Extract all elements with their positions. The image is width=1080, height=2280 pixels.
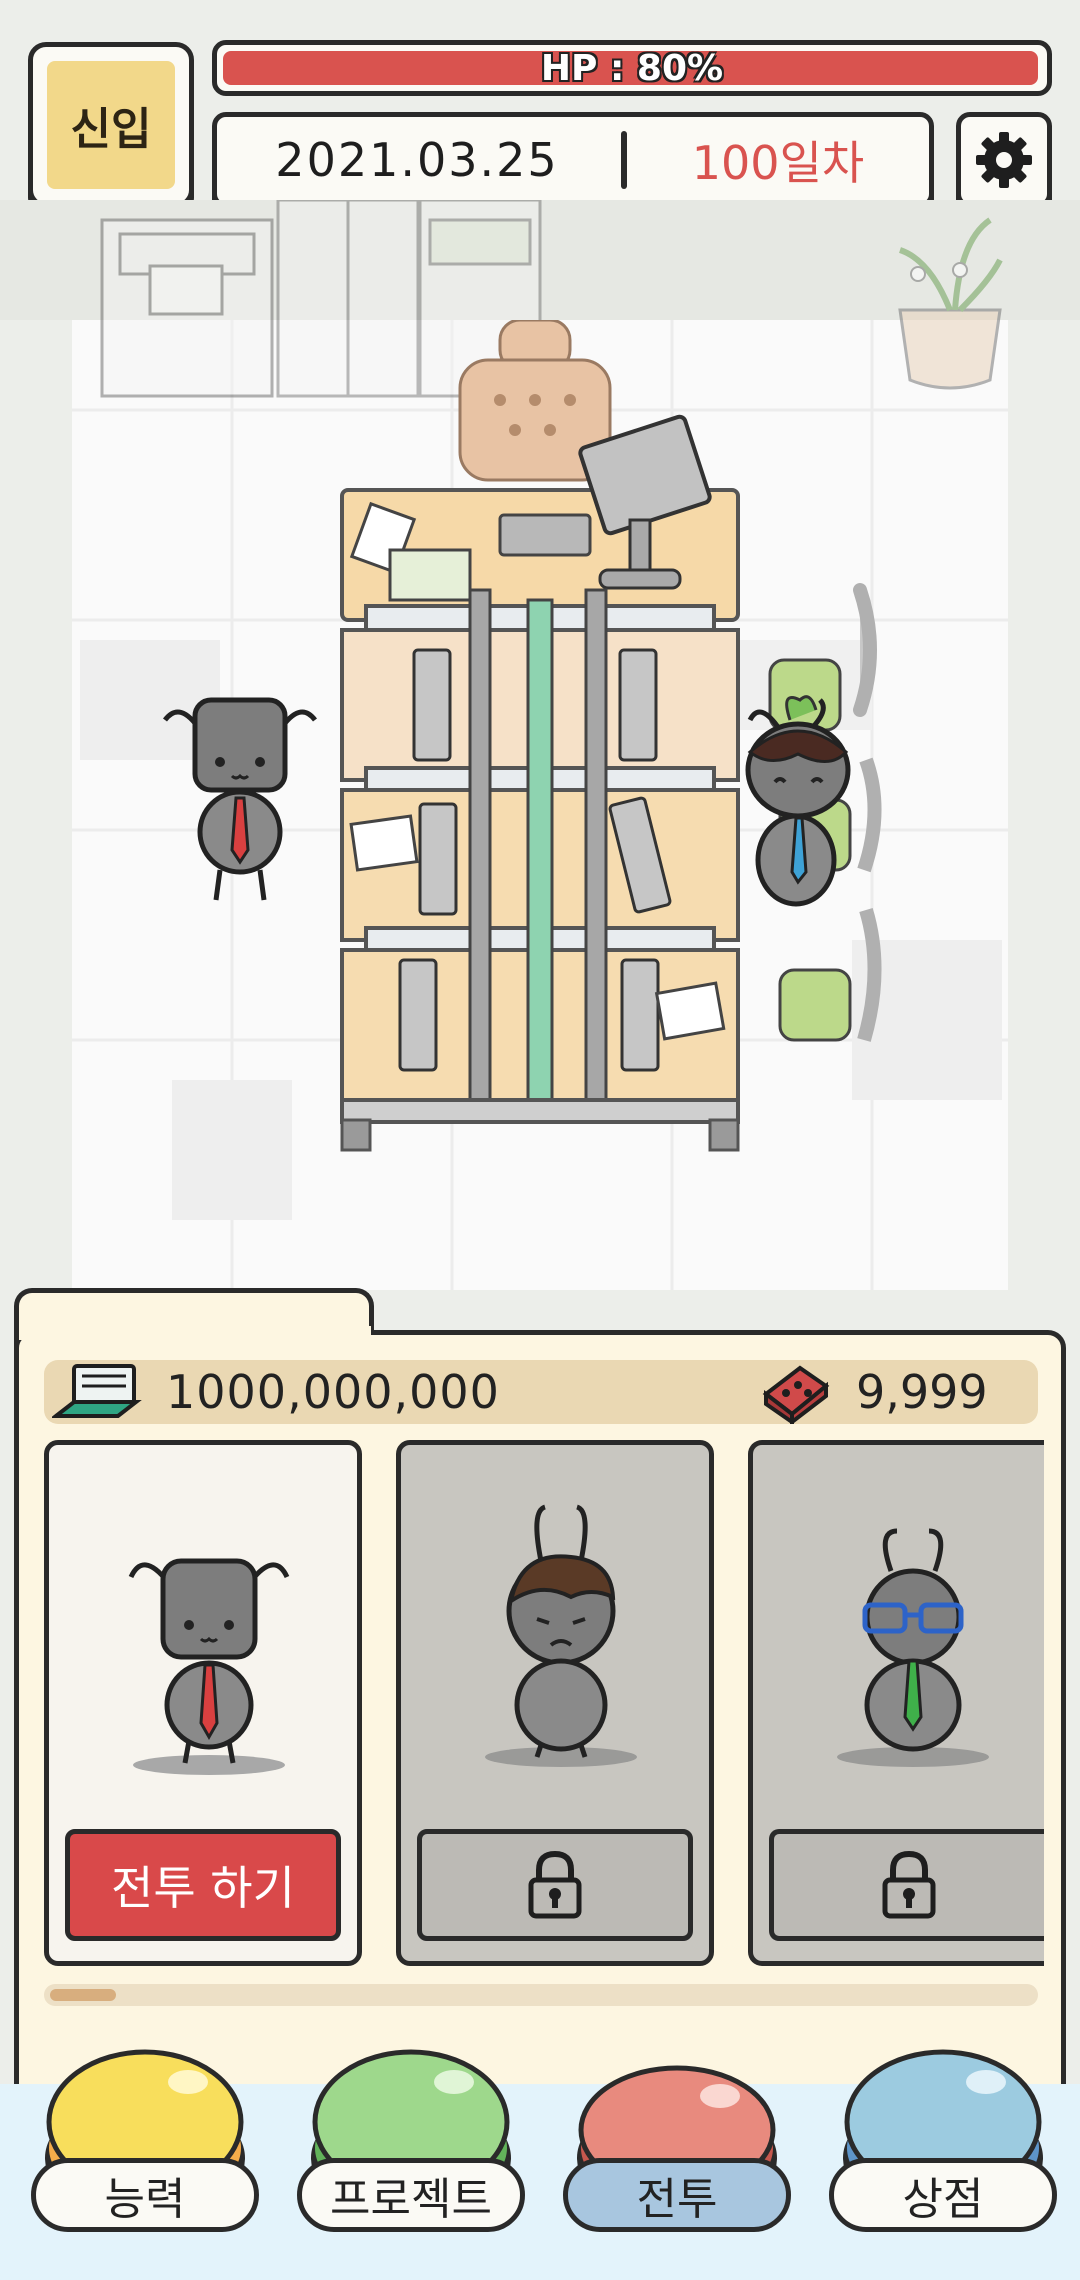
battle-button[interactable]: 전투 하기 [65, 1829, 341, 1941]
gear-icon [976, 132, 1032, 188]
money-amount: 1000,000,000 [166, 1365, 500, 1419]
ant-character-sprout [745, 695, 851, 907]
nav-tab-shop[interactable]: 상점 [829, 2158, 1057, 2232]
card-scrollbar[interactable] [44, 1984, 1038, 2006]
ant-character-brown-hair [485, 1504, 637, 1767]
locked-button[interactable] [769, 1829, 1044, 1941]
nav-tab-project[interactable]: 프로젝트 [297, 2158, 525, 2232]
card-scrollbar-thumb[interactable] [50, 1989, 116, 2001]
nav-tab-ability[interactable]: 능력 [31, 2158, 259, 2232]
hp-bar: HP : 80% [212, 40, 1052, 96]
date-label: 2021.03.25 [275, 133, 559, 187]
rank-label: 신입 [47, 61, 175, 189]
character-card-2[interactable] [396, 1440, 714, 1966]
character-card-3[interactable] [748, 1440, 1044, 1966]
ant-character-glasses [837, 1528, 989, 1767]
locked-button[interactable] [417, 1829, 693, 1941]
lock-icon [528, 1850, 582, 1919]
folder-tab-seam [19, 1326, 371, 1340]
hp-label: HP : 80% [540, 47, 724, 89]
laptop-icon [52, 1364, 142, 1418]
character-card-1[interactable]: 전투 하기 [44, 1440, 362, 1966]
date-panel: 2021.03.25 100일차 [212, 112, 934, 208]
day-counter: 100일차 [691, 136, 865, 190]
settings-button[interactable] [956, 112, 1052, 208]
lock-icon [882, 1850, 936, 1919]
brick-icon [762, 1365, 830, 1424]
nav-tab-battle[interactable]: 전투 [563, 2158, 791, 2232]
desk-cluster [340, 320, 740, 1152]
rank-badge: 신입 [28, 42, 194, 208]
ant-character-red-tie [163, 697, 317, 901]
printer-icon [100, 218, 274, 398]
brick-amount: 9,999 [856, 1365, 988, 1419]
ant-character-red-tie [128, 1558, 290, 1775]
